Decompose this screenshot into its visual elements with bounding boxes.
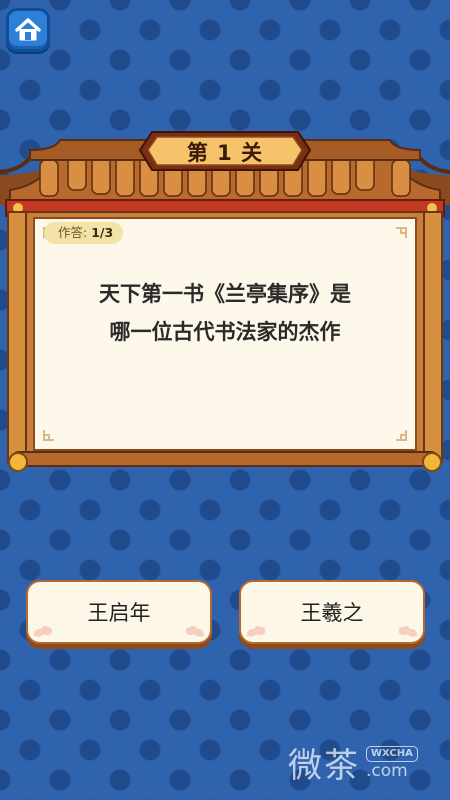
watermark-en: WXCHA: [366, 745, 418, 762]
answer-progress-badge: 作答: 1/3: [44, 222, 124, 244]
level-title: 第 1 关: [186, 141, 264, 165]
quiz-board: 第 1 关 作答: 1/3 天下第一书《兰亭集序》是 哪一位古代书法家的杰作: [0, 0, 450, 800]
cloud-ornament-icon: [398, 625, 417, 637]
answer-option-2[interactable]: 王羲之: [239, 580, 425, 644]
progress-value: 1/3: [91, 225, 114, 240]
cloud-ornament-icon: [247, 625, 266, 637]
question-line-2: 哪一位古代书法家的杰作: [109, 320, 341, 344]
watermark-com: .com: [366, 760, 408, 781]
progress-label: 作答:: [58, 225, 88, 240]
answer-option-2-label: 王羲之: [300, 601, 364, 625]
question-line-1: 天下第一书《兰亭集序》是: [99, 282, 351, 306]
cloud-ornament-icon: [34, 625, 53, 637]
watermark-cn: 微茶: [288, 746, 360, 786]
cloud-ornament-icon: [185, 625, 204, 637]
answer-option-1[interactable]: 王启年: [26, 580, 212, 644]
pavilion-frame: [0, 131, 450, 472]
question-text: 天下第一书《兰亭集序》是 哪一位古代书法家的杰作: [38, 275, 412, 351]
answer-option-1-label: 王启年: [87, 601, 151, 625]
watermark-logo: 微茶 WXCHA .com: [288, 738, 418, 787]
